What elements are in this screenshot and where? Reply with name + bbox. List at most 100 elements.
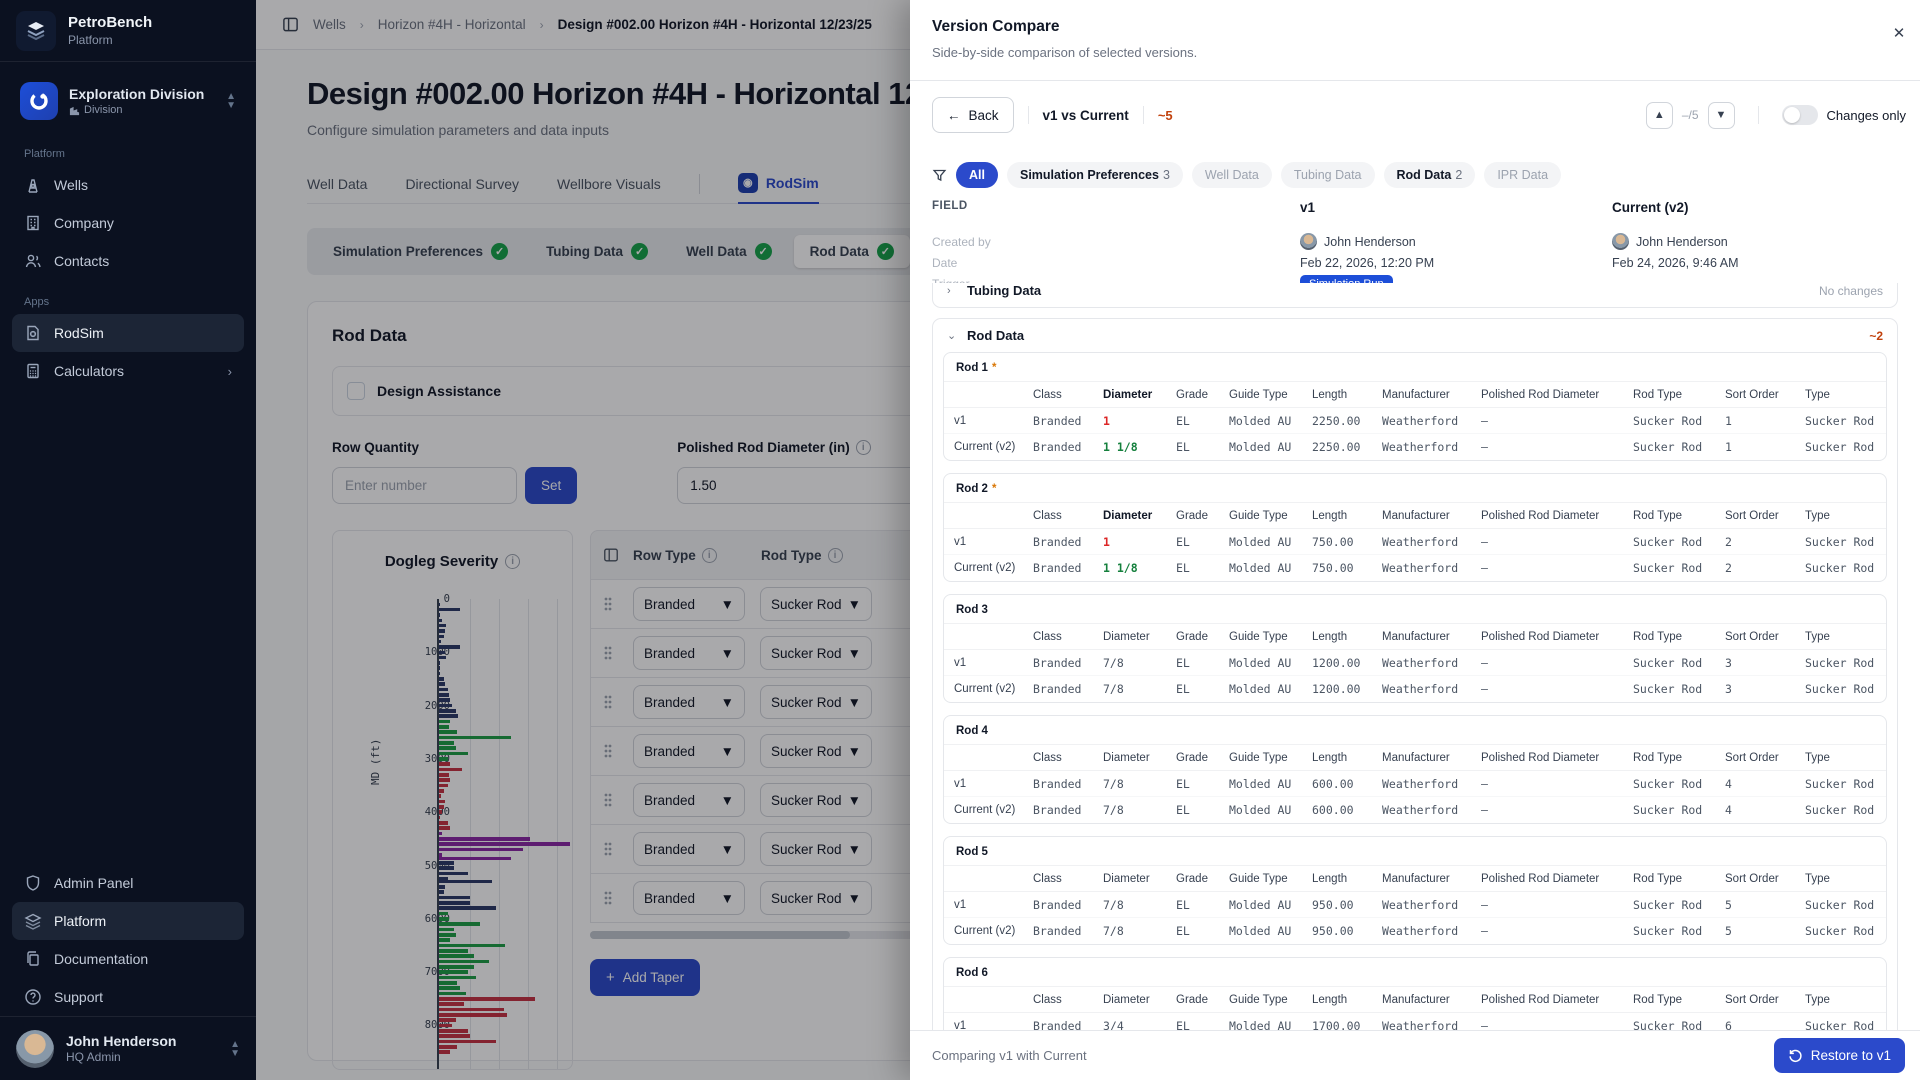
rod-col-header: Rod Type xyxy=(1633,389,1725,401)
rod-title: Rod 3 xyxy=(944,595,1886,623)
change-counter: –/5 xyxy=(1682,108,1699,122)
sidebar: PetroBench Platform Exploration Division… xyxy=(0,0,256,1080)
sidebar-item-platform[interactable]: Platform xyxy=(12,902,244,940)
org-icon xyxy=(20,82,58,120)
back-button[interactable]: ←Back xyxy=(932,97,1014,133)
rod-cell: 1 xyxy=(1103,535,1176,549)
filter-chip-all[interactable]: All xyxy=(956,162,998,188)
rod-cell: Sucker Rod xyxy=(1805,682,1883,696)
rod-cell: 750.00 xyxy=(1312,561,1382,575)
rod-col-header: Rod Type xyxy=(1633,994,1725,1006)
rod-col-header: Rod Type xyxy=(1633,631,1725,643)
rod-col-header: Length xyxy=(1312,752,1382,764)
rod-cell: 2 xyxy=(1725,561,1805,575)
rod-cell: 3 xyxy=(1725,682,1805,696)
sidebar-item-support[interactable]: Support xyxy=(0,978,256,1016)
sidebar-item-wells[interactable]: Wells xyxy=(0,166,256,204)
rod-cell: Weatherford xyxy=(1382,803,1481,817)
rod-col-header: Grade xyxy=(1176,510,1229,522)
rod-col-header: Class xyxy=(1033,510,1103,522)
rod-compare-block: Rod 6ClassDiameterGradeGuide TypeLengthM… xyxy=(943,957,1887,1030)
section-tubing-data[interactable]: › Tubing Data No changes xyxy=(932,283,1898,308)
rod-cell: EL xyxy=(1176,535,1229,549)
rod-cell: 1 xyxy=(1103,414,1176,428)
rod-col-header: Diameter xyxy=(1103,873,1176,885)
org-switcher[interactable]: Exploration Division Division ▲▼ xyxy=(12,74,244,128)
rod-cell: EL xyxy=(1176,777,1229,791)
rod-cell: Sucker Rod xyxy=(1805,777,1883,791)
changes-only-toggle[interactable] xyxy=(1782,105,1818,125)
filter-chip-ipr-data[interactable]: IPR Data xyxy=(1484,162,1561,188)
row-version-label: Current (v2) xyxy=(944,683,1033,695)
sidebar-item-documentation[interactable]: Documentation xyxy=(0,940,256,978)
sidebar-item-admin-panel[interactable]: Admin Panel xyxy=(0,864,256,902)
rod-cell: 1 xyxy=(1725,414,1805,428)
prev-change-button[interactable]: ▲ xyxy=(1646,102,1673,129)
user-menu[interactable]: John Henderson HQ Admin ▲▼ xyxy=(0,1016,256,1080)
rod-col-header: Manufacturer xyxy=(1382,873,1481,885)
rod-cell: Molded AU xyxy=(1229,803,1312,817)
rod-cell: Weatherford xyxy=(1382,656,1481,670)
rod-col-header: Guide Type xyxy=(1229,510,1312,522)
rodsim-icon xyxy=(24,324,42,342)
rod-cell: 950.00 xyxy=(1312,924,1382,938)
rod-cell: Sucker Rod xyxy=(1633,803,1725,817)
rod-col-header: Rod Type xyxy=(1633,510,1725,522)
rod-col-header: Grade xyxy=(1176,994,1229,1006)
meta-label: Created by xyxy=(932,231,1300,252)
rod-cell: Sucker Rod xyxy=(1633,898,1725,912)
rod-cell: EL xyxy=(1176,803,1229,817)
section-rod-data-header[interactable]: ⌄ Rod Data ~2 xyxy=(933,319,1897,352)
rod-cell: Sucker Rod xyxy=(1633,777,1725,791)
rod-col-header: Class xyxy=(1033,752,1103,764)
rod-cell: Sucker Rod xyxy=(1805,561,1883,575)
rod-data-change-badge: ~2 xyxy=(1869,329,1883,343)
rod-col-header: Sort Order xyxy=(1725,631,1805,643)
rod-col-header: Manufacturer xyxy=(1382,752,1481,764)
filter-chip-rod-data[interactable]: Rod Data2 xyxy=(1384,162,1476,188)
building-icon xyxy=(24,214,42,232)
rod-cell: Branded xyxy=(1033,924,1103,938)
rod-version-row: v1Branded3/4ELMolded AU1700.00Weatherfor… xyxy=(944,1013,1886,1030)
rod-title: Rod 2* xyxy=(944,474,1886,502)
rod-cell: 4 xyxy=(1725,803,1805,817)
filter-chip-tubing-data[interactable]: Tubing Data xyxy=(1281,162,1375,188)
meta-label: Date xyxy=(932,252,1300,273)
rod-cell: EL xyxy=(1176,898,1229,912)
rod-cell: – xyxy=(1481,924,1633,938)
rod-cell: Sucker Rod xyxy=(1633,414,1725,428)
rod-version-row: v1Branded7/8ELMolded AU600.00Weatherford… xyxy=(944,771,1886,797)
changed-indicator: * xyxy=(992,362,996,374)
rod-col-header: Type xyxy=(1805,389,1883,401)
derrick-icon xyxy=(24,176,42,194)
rod-cell: Branded xyxy=(1033,414,1103,428)
filter-chip-simulation-preferences[interactable]: Simulation Preferences3 xyxy=(1007,162,1183,188)
changes-only-label: Changes only xyxy=(1827,108,1907,123)
rod-cell: EL xyxy=(1176,656,1229,670)
filter-bar: All Simulation Preferences3 Well Data Tubin… xyxy=(932,160,1898,190)
rod-cell: Molded AU xyxy=(1229,898,1312,912)
rod-cell: 1 1/8 xyxy=(1103,440,1176,454)
sidebar-item-rodsim[interactable]: RodSim xyxy=(12,314,244,352)
restore-button[interactable]: Restore to v1 xyxy=(1774,1038,1905,1073)
sidebar-item-calculators[interactable]: Calculators › xyxy=(12,352,244,390)
compare-sections-scroll[interactable]: › Tubing Data No changes ⌄ Rod Data ~2 R… xyxy=(932,283,1898,1030)
rod-version-row: Current (v2)Branded7/8ELMolded AU1200.00… xyxy=(944,676,1886,702)
sidebar-item-contacts[interactable]: Contacts xyxy=(0,242,256,280)
filter-chip-well-data[interactable]: Well Data xyxy=(1192,162,1272,188)
close-icon[interactable]: ✕ xyxy=(1886,20,1912,46)
avatar xyxy=(1300,233,1317,250)
next-change-button[interactable]: ▼ xyxy=(1708,102,1735,129)
calculator-icon xyxy=(24,362,42,380)
rod-col-header: Sort Order xyxy=(1725,752,1805,764)
rod-cell: Molded AU xyxy=(1229,924,1312,938)
panel-title: Version Compare xyxy=(932,18,1898,36)
rod-version-row: Current (v2)Branded7/8ELMolded AU950.00W… xyxy=(944,918,1886,944)
rod-col-header: Grade xyxy=(1176,873,1229,885)
avatar xyxy=(16,1030,54,1068)
shield-icon xyxy=(24,874,42,892)
sidebar-item-company[interactable]: Company xyxy=(0,204,256,242)
rod-col-header: Grade xyxy=(1176,389,1229,401)
divider xyxy=(1143,106,1144,124)
rod-cell: Sucker Rod xyxy=(1633,1019,1725,1031)
